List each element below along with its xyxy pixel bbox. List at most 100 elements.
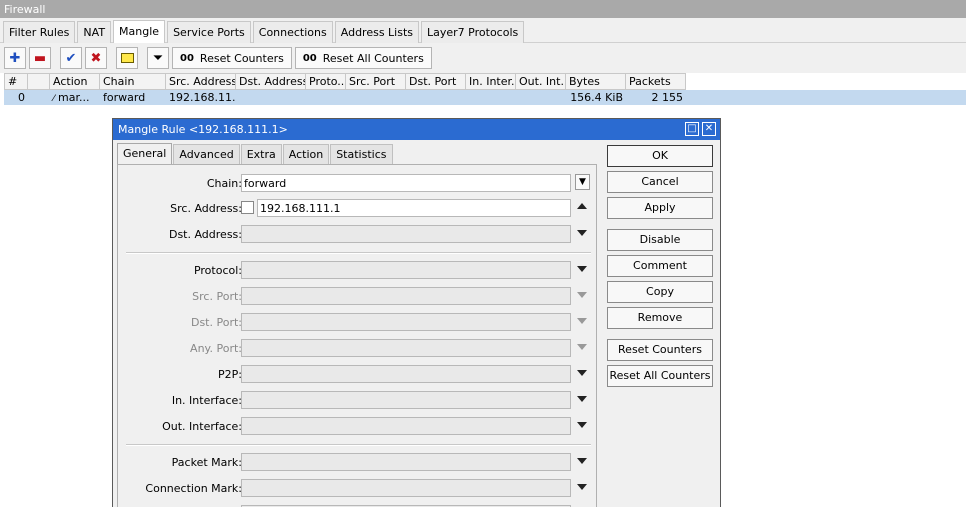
tab-service-ports[interactable]: Service Ports [167, 21, 251, 43]
reset-all-counters-button[interactable]: Reset All Counters [607, 365, 713, 387]
out-interface-field[interactable] [241, 417, 571, 435]
column-header[interactable]: Proto... [306, 73, 346, 90]
expand-down-icon[interactable] [577, 484, 587, 490]
column-header[interactable]: # [4, 73, 28, 90]
tab-filter-rules[interactable]: Filter Rules [3, 21, 76, 43]
p2p-row: P2P: [118, 365, 596, 385]
tab-action[interactable]: Action [282, 144, 330, 164]
firewall-tabs: Filter Rules NAT Mangle Service Ports Co… [0, 18, 966, 43]
p2p-field[interactable] [241, 365, 571, 383]
check-icon: ✔ [65, 50, 77, 66]
column-header[interactable]: Src. Address [166, 73, 236, 90]
filter-button[interactable]: ⏷ [147, 47, 169, 69]
column-header[interactable]: Src. Port [346, 73, 406, 90]
column-header[interactable]: Packets [626, 73, 686, 90]
maximize-icon[interactable]: □ [685, 122, 699, 136]
table-row[interactable]: 0 ⁄ mar... forward 192.168.11... 156.4 K… [4, 90, 966, 105]
connection-mark-row: Connection Mark: [118, 479, 596, 499]
general-panel: Chain: forward ▼ Src. Address: 192.168.1… [117, 164, 597, 507]
dst-port-field [241, 313, 571, 331]
column-header[interactable] [28, 73, 50, 90]
chain-label: Chain: [206, 177, 242, 190]
chain-row: Chain: forward ▼ [118, 174, 596, 194]
chain-field[interactable]: forward [241, 174, 571, 192]
cell-bytes: 156.4 KiB [570, 91, 623, 104]
dst-address-row: Dst. Address: [118, 225, 596, 245]
column-header[interactable]: Bytes [566, 73, 626, 90]
enable-button[interactable]: ✔ [60, 47, 82, 69]
x-icon: ✖ [90, 50, 102, 66]
dst-address-field[interactable] [241, 225, 571, 243]
out-interface-row: Out. Interface: [118, 417, 596, 437]
cell-num: 0 [18, 91, 25, 104]
apply-button[interactable]: Apply [607, 197, 713, 219]
expand-down-icon[interactable] [577, 458, 587, 464]
disable-button[interactable]: ✖ [85, 47, 107, 69]
packet-mark-row: Packet Mark: [118, 453, 596, 473]
connection-mark-field[interactable] [241, 479, 571, 497]
divider [126, 444, 591, 446]
in-interface-field[interactable] [241, 391, 571, 409]
packet-mark-field[interactable] [241, 453, 571, 471]
cell-dport [406, 90, 466, 105]
remove-button[interactable]: ▬ [29, 47, 51, 69]
cancel-button[interactable]: Cancel [607, 171, 713, 193]
any-port-label: Any. Port: [190, 342, 242, 355]
reset-counters-button[interactable]: 00 Reset Counters [172, 47, 292, 69]
src-port-field [241, 287, 571, 305]
any-port-field [241, 339, 571, 357]
src-port-label: Src. Port: [192, 290, 242, 303]
expand-down-icon[interactable] [577, 230, 587, 236]
column-header[interactable]: Dst. Address [236, 73, 306, 90]
expand-down-icon[interactable] [577, 370, 587, 376]
pencil-icon: ⁄ [53, 94, 55, 104]
expand-down-icon[interactable] [577, 396, 587, 402]
column-header[interactable]: Chain [100, 73, 166, 90]
src-address-field[interactable]: 192.168.111.1 [257, 199, 571, 217]
minus-icon: ▬ [33, 50, 47, 66]
tab-statistics[interactable]: Statistics [330, 144, 393, 164]
expand-down-icon[interactable] [577, 422, 587, 428]
plus-icon: ✚ [9, 50, 21, 66]
reset-all-counters-button[interactable]: 00 Reset All Counters [294, 47, 432, 69]
dst-port-row: Dst. Port: [118, 313, 596, 333]
copy-button[interactable]: Copy [607, 281, 713, 303]
p2p-label: P2P: [218, 368, 242, 381]
column-header[interactable]: Out. Int... [516, 73, 566, 90]
cell-proto [306, 90, 346, 105]
tab-advanced[interactable]: Advanced [173, 144, 240, 164]
tab-connections[interactable]: Connections [252, 21, 333, 43]
src-address-row: Src. Address: 192.168.111.1 [118, 199, 596, 219]
out-interface-label: Out. Interface: [162, 420, 242, 433]
disable-button[interactable]: Disable [607, 229, 713, 251]
tab-general[interactable]: General [117, 143, 173, 164]
expand-down-icon[interactable] [577, 266, 587, 272]
tab-mangle[interactable]: Mangle [113, 20, 166, 43]
column-header[interactable]: Dst. Port [406, 73, 466, 90]
column-header[interactable]: Action [50, 73, 100, 90]
cell-dst [236, 90, 306, 105]
tab-layer7-protocols[interactable]: Layer7 Protocols [421, 21, 525, 43]
protocol-row: Protocol: [118, 261, 596, 281]
dialog-tabs: General Advanced Extra Action Statistics [117, 143, 394, 164]
chain-dropdown-icon[interactable]: ▼ [575, 174, 590, 190]
comment-button[interactable]: Comment [607, 255, 713, 277]
tab-address-lists[interactable]: Address Lists [334, 21, 420, 43]
close-icon[interactable]: ✕ [702, 122, 716, 136]
expand-down-icon [577, 318, 587, 324]
in-interface-label: In. Interface: [171, 394, 242, 407]
ok-button[interactable]: OK [607, 145, 713, 167]
protocol-label: Protocol: [193, 264, 242, 277]
column-header[interactable]: In. Inter... [466, 73, 516, 90]
tab-extra[interactable]: Extra [240, 144, 282, 164]
comment-button[interactable] [116, 47, 138, 69]
remove-button[interactable]: Remove [607, 307, 713, 329]
protocol-field[interactable] [241, 261, 571, 279]
collapse-up-icon[interactable] [577, 203, 587, 209]
tab-nat[interactable]: NAT [77, 21, 112, 43]
add-button[interactable]: ✚ [4, 47, 26, 69]
src-address-label: Src. Address: [170, 202, 242, 215]
src-address-invert-checkbox[interactable] [241, 201, 254, 214]
cell-flag [28, 90, 50, 105]
reset-counters-button[interactable]: Reset Counters [607, 339, 713, 361]
